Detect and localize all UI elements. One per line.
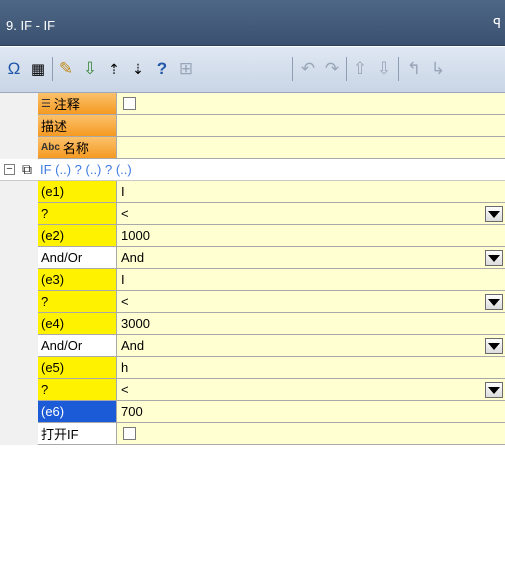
row-label: (e1) — [38, 181, 117, 203]
if-group-header[interactable]: − ⧉ IF (..) ? (..) ? (..) — [0, 159, 505, 181]
andor-select[interactable]: And — [121, 338, 144, 353]
toolbar: Ω ▦ ✎ ⇩ ⇡ ⇣ ? ⊞ ↶ ↷ ⇧ ⇩ ↰ ↳ — [0, 47, 505, 93]
if-tree-icon: ⧉ — [22, 161, 32, 177]
property-grid: ☰ 注释 描述 Abc 名称 − ⧉ IF (..) ? (..) ? (..) (… — [0, 93, 505, 579]
row-label: (e4) — [38, 313, 117, 335]
omega-icon[interactable]: Ω — [4, 55, 24, 83]
open-if-row[interactable]: 打开IF — [0, 423, 505, 445]
name-label: 名称 — [62, 141, 89, 156]
operator-select[interactable]: < — [121, 382, 129, 397]
row-op3[interactable]: ? < — [0, 379, 505, 401]
comment-row[interactable]: ☰ 注释 — [0, 93, 505, 115]
dropdown-arrow-icon[interactable] — [485, 250, 503, 266]
pin-icon[interactable]: ꟼ — [493, 16, 501, 32]
description-label: 描述 — [38, 115, 117, 137]
import-icon[interactable]: ⇩ — [80, 55, 100, 83]
dropdown-arrow-icon[interactable] — [485, 294, 503, 310]
operator-select[interactable]: < — [121, 206, 129, 221]
row-label: (e6) — [38, 401, 117, 423]
row-e4[interactable]: (e4) 3000 — [0, 313, 505, 335]
abc-icon: Abc — [41, 142, 60, 153]
description-row[interactable]: 描述 — [0, 115, 505, 137]
open-if-checkbox[interactable] — [123, 427, 136, 440]
back-icon[interactable]: ↰ — [404, 55, 424, 83]
dropdown-arrow-icon[interactable] — [485, 338, 503, 354]
dropdown-arrow-icon[interactable] — [485, 206, 503, 222]
row-e5[interactable]: (e5) h — [0, 357, 505, 379]
move-up-icon[interactable]: ⇧ — [350, 55, 370, 83]
comment-checkbox[interactable] — [123, 97, 136, 110]
row-label: ? — [38, 203, 117, 225]
title-bar: 9. IF - IF ꟼ — [0, 0, 505, 46]
open-if-label: 打开IF — [38, 423, 117, 445]
help-icon[interactable]: ? — [152, 55, 172, 83]
undo-icon[interactable]: ↶ — [298, 55, 318, 83]
redo-icon[interactable]: ↷ — [322, 55, 342, 83]
new-icon[interactable]: ✎ — [56, 55, 76, 83]
row-label: ? — [38, 379, 117, 401]
row-value[interactable]: 1000 — [117, 225, 505, 247]
sort-up-icon[interactable]: ⇡ — [104, 55, 124, 83]
if-group-label: IF (..) ? (..) ? (..) — [40, 162, 132, 177]
row-value[interactable]: I — [117, 181, 505, 203]
comment-label: 注释 — [53, 97, 80, 112]
forward-icon[interactable]: ↳ — [428, 55, 448, 83]
description-value[interactable] — [117, 115, 505, 137]
row-value[interactable]: 3000 — [117, 313, 505, 335]
row-label: And/Or — [38, 335, 117, 357]
row-value[interactable]: 700 — [117, 401, 505, 423]
andor-select[interactable]: And — [121, 250, 144, 265]
row-andor1[interactable]: And/Or And — [0, 247, 505, 269]
row-e6[interactable]: (e6) 700 — [0, 401, 505, 423]
row-e1[interactable]: (e1) I — [0, 181, 505, 203]
row-label: (e3) — [38, 269, 117, 291]
table-icon[interactable]: ⊞ — [176, 55, 196, 83]
row-op1[interactable]: ? < — [0, 203, 505, 225]
name-value[interactable] — [117, 137, 505, 159]
row-andor2[interactable]: And/Or And — [0, 335, 505, 357]
move-down-icon[interactable]: ⇩ — [374, 55, 394, 83]
operator-select[interactable]: < — [121, 294, 129, 309]
row-label: (e2) — [38, 225, 117, 247]
comment-icon: ☰ — [41, 98, 51, 110]
row-op2[interactable]: ? < — [0, 291, 505, 313]
row-label: And/Or — [38, 247, 117, 269]
calendar-icon[interactable]: ▦ — [28, 55, 48, 83]
window-title: 9. IF - IF — [6, 18, 56, 33]
row-label: (e5) — [38, 357, 117, 379]
row-e3[interactable]: (e3) I — [0, 269, 505, 291]
sort-down-icon[interactable]: ⇣ — [128, 55, 148, 83]
row-value[interactable]: h — [117, 357, 505, 379]
row-label: ? — [38, 291, 117, 313]
name-row[interactable]: Abc 名称 — [0, 137, 505, 159]
collapse-icon[interactable]: − — [4, 164, 15, 175]
row-value[interactable]: I — [117, 269, 505, 291]
row-e2[interactable]: (e2) 1000 — [0, 225, 505, 247]
dropdown-arrow-icon[interactable] — [485, 382, 503, 398]
